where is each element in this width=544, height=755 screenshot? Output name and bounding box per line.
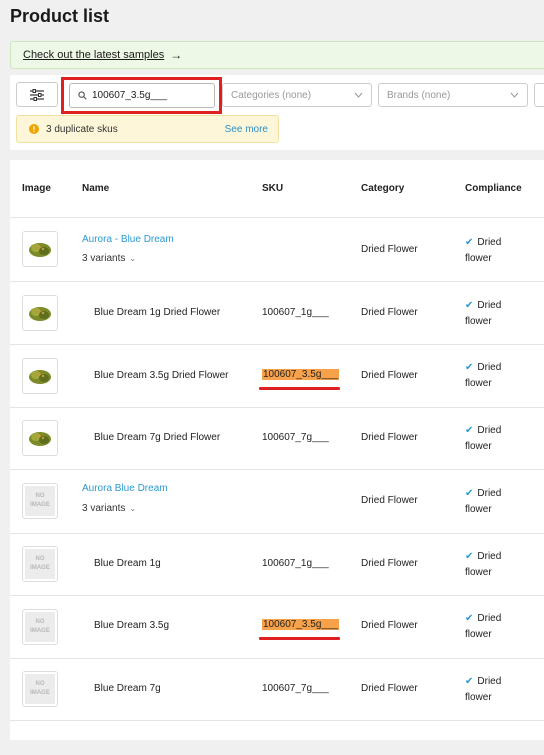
table-row[interactable]: Blue Dream 1g Dried Flower 100607_1g___ …	[10, 282, 544, 345]
chevron-down-icon	[510, 92, 519, 98]
column-image: Image	[22, 183, 51, 194]
compliance-cell: ✔ Dried flower	[465, 300, 502, 327]
more-filters-select[interactable]	[534, 83, 544, 107]
chevron-down-icon	[354, 92, 363, 98]
table-row[interactable]: NO IMAGE Aurora Blue Dream 3 variants ⌄ Dr…	[10, 470, 544, 534]
check-icon: ✔	[465, 425, 474, 436]
warning-icon: !	[29, 124, 39, 134]
sku-cell: 100607_7g___	[262, 432, 329, 443]
category-cell: Dried Flower	[361, 370, 418, 381]
check-icon: ✔	[465, 488, 474, 499]
product-thumbnail: NO IMAGE	[22, 609, 58, 645]
sku-annotation-underline	[259, 387, 340, 390]
compliance-cell: ✔ Dried flower	[465, 425, 502, 452]
variant-name: Blue Dream 1g	[94, 558, 161, 569]
cannabis-bud-image	[29, 243, 51, 257]
variant-name: Blue Dream 3.5g Dried Flower	[94, 370, 229, 381]
categories-placeholder: Categories (none)	[231, 89, 312, 101]
arrow-right-icon[interactable]: →	[170, 48, 182, 62]
duplicate-notice: ! 3 duplicate skus See more	[16, 115, 279, 143]
check-icon: ✔	[465, 237, 474, 248]
variants-toggle[interactable]: 3 variants ⌄	[82, 503, 136, 514]
variants-label: 3 variants	[82, 503, 126, 514]
product-thumbnail	[22, 358, 58, 394]
check-icon: ✔	[465, 551, 474, 562]
table-row[interactable]: NO IMAGE Blue Dream 7g 100607_7g___ Dried…	[10, 659, 544, 721]
samples-link[interactable]: Check out the latest samples	[23, 49, 164, 61]
category-cell: Dried Flower	[361, 307, 418, 318]
table-row[interactable]: NO IMAGE Blue Dream 3.5g 100607_3.5g___ D…	[10, 596, 544, 659]
variants-label: 3 variants	[82, 253, 126, 264]
product-table: Image Name SKU Category Compliance Auror…	[10, 160, 544, 740]
sku-cell-highlighted: 100607_3.5g___	[262, 369, 340, 380]
category-cell: Dried Flower	[361, 244, 418, 255]
product-name-link[interactable]: Aurora Blue Dream	[82, 483, 168, 494]
no-image-placeholder: NO IMAGE	[25, 549, 55, 579]
check-icon: ✔	[465, 300, 474, 311]
product-thumbnail: NO IMAGE	[22, 546, 58, 582]
table-row[interactable]: Aurora - Blue Dream 3 variants ⌄ Dried Fl…	[10, 218, 544, 282]
category-cell: Dried Flower	[361, 683, 418, 694]
no-image-placeholder: NO IMAGE	[25, 674, 55, 704]
category-cell: Dried Flower	[361, 432, 418, 443]
cannabis-bud-image	[29, 432, 51, 446]
compliance-cell: ✔ Dried flower	[465, 362, 502, 389]
sku-cell: 100607_7g___	[262, 683, 329, 694]
product-thumbnail	[22, 231, 58, 267]
category-cell: Dried Flower	[361, 620, 418, 631]
product-thumbnail	[22, 295, 58, 331]
check-icon: ✔	[465, 613, 474, 624]
category-cell: Dried Flower	[361, 558, 418, 569]
see-more-link[interactable]: See more	[225, 124, 268, 135]
variant-name: Blue Dream 1g Dried Flower	[94, 307, 221, 318]
compliance-cell: ✔ Dried flower	[465, 551, 502, 578]
search-value: 100607_3.5g___	[92, 90, 168, 101]
variants-toggle[interactable]: 3 variants ⌄	[82, 253, 136, 264]
check-icon: ✔	[465, 362, 474, 373]
samples-banner: Check out the latest samples →	[10, 41, 544, 69]
chevron-down-icon: ⌄	[129, 504, 137, 513]
sku-cell: 100607_1g___	[262, 558, 329, 569]
categories-select[interactable]: Categories (none)	[222, 83, 372, 107]
sku-cell-highlighted: 100607_3.5g___	[262, 619, 340, 630]
column-name[interactable]: Name	[82, 183, 109, 194]
variant-name: Blue Dream 7g	[94, 683, 161, 694]
product-thumbnail: NO IMAGE	[22, 483, 58, 519]
product-thumbnail	[22, 420, 58, 456]
table-header: Image Name SKU Category Compliance	[10, 160, 544, 218]
product-thumbnail: NO IMAGE	[22, 671, 58, 707]
column-compliance[interactable]: Compliance	[465, 183, 522, 194]
filter-panel: 100607_3.5g___ Categories (none) Brands …	[10, 75, 544, 150]
column-category[interactable]: Category	[361, 183, 404, 194]
compliance-cell: ✔ Dried flower	[465, 613, 502, 640]
category-cell: Dried Flower	[361, 495, 418, 506]
sku-cell: 100607_1g___	[262, 307, 329, 318]
table-row[interactable]: Blue Dream 7g Dried Flower 100607_7g___ …	[10, 408, 544, 470]
compliance-cell: ✔ Dried flower	[465, 488, 502, 515]
page-title: Product list	[10, 6, 110, 26]
sliders-icon	[30, 88, 44, 101]
sku-annotation-underline	[259, 637, 340, 640]
cannabis-bud-image	[29, 307, 51, 321]
filter-settings-button[interactable]	[16, 82, 58, 107]
table-row[interactable]: NO IMAGE Blue Dream 1g 100607_1g___ Dried…	[10, 534, 544, 596]
no-image-placeholder: NO IMAGE	[25, 612, 55, 642]
table-row[interactable]: Blue Dream 3.5g Dried Flower 100607_3.5g…	[10, 345, 544, 408]
variant-name: Blue Dream 3.5g	[94, 620, 170, 631]
variant-name: Blue Dream 7g Dried Flower	[94, 432, 221, 443]
chevron-down-icon: ⌄	[129, 254, 137, 263]
no-image-placeholder: NO IMAGE	[25, 486, 55, 516]
cannabis-bud-image	[29, 370, 51, 384]
compliance-cell: ✔ Dried flower	[465, 237, 502, 264]
duplicate-text: 3 duplicate skus	[46, 123, 118, 135]
column-sku[interactable]: SKU	[262, 183, 283, 194]
check-icon: ✔	[465, 676, 474, 687]
brands-placeholder: Brands (none)	[387, 89, 451, 101]
brands-select[interactable]: Brands (none)	[378, 83, 528, 107]
search-icon	[78, 91, 87, 100]
compliance-cell: ✔ Dried flower	[465, 676, 502, 703]
product-name-link[interactable]: Aurora - Blue Dream	[82, 234, 174, 245]
search-input[interactable]: 100607_3.5g___	[69, 83, 215, 108]
